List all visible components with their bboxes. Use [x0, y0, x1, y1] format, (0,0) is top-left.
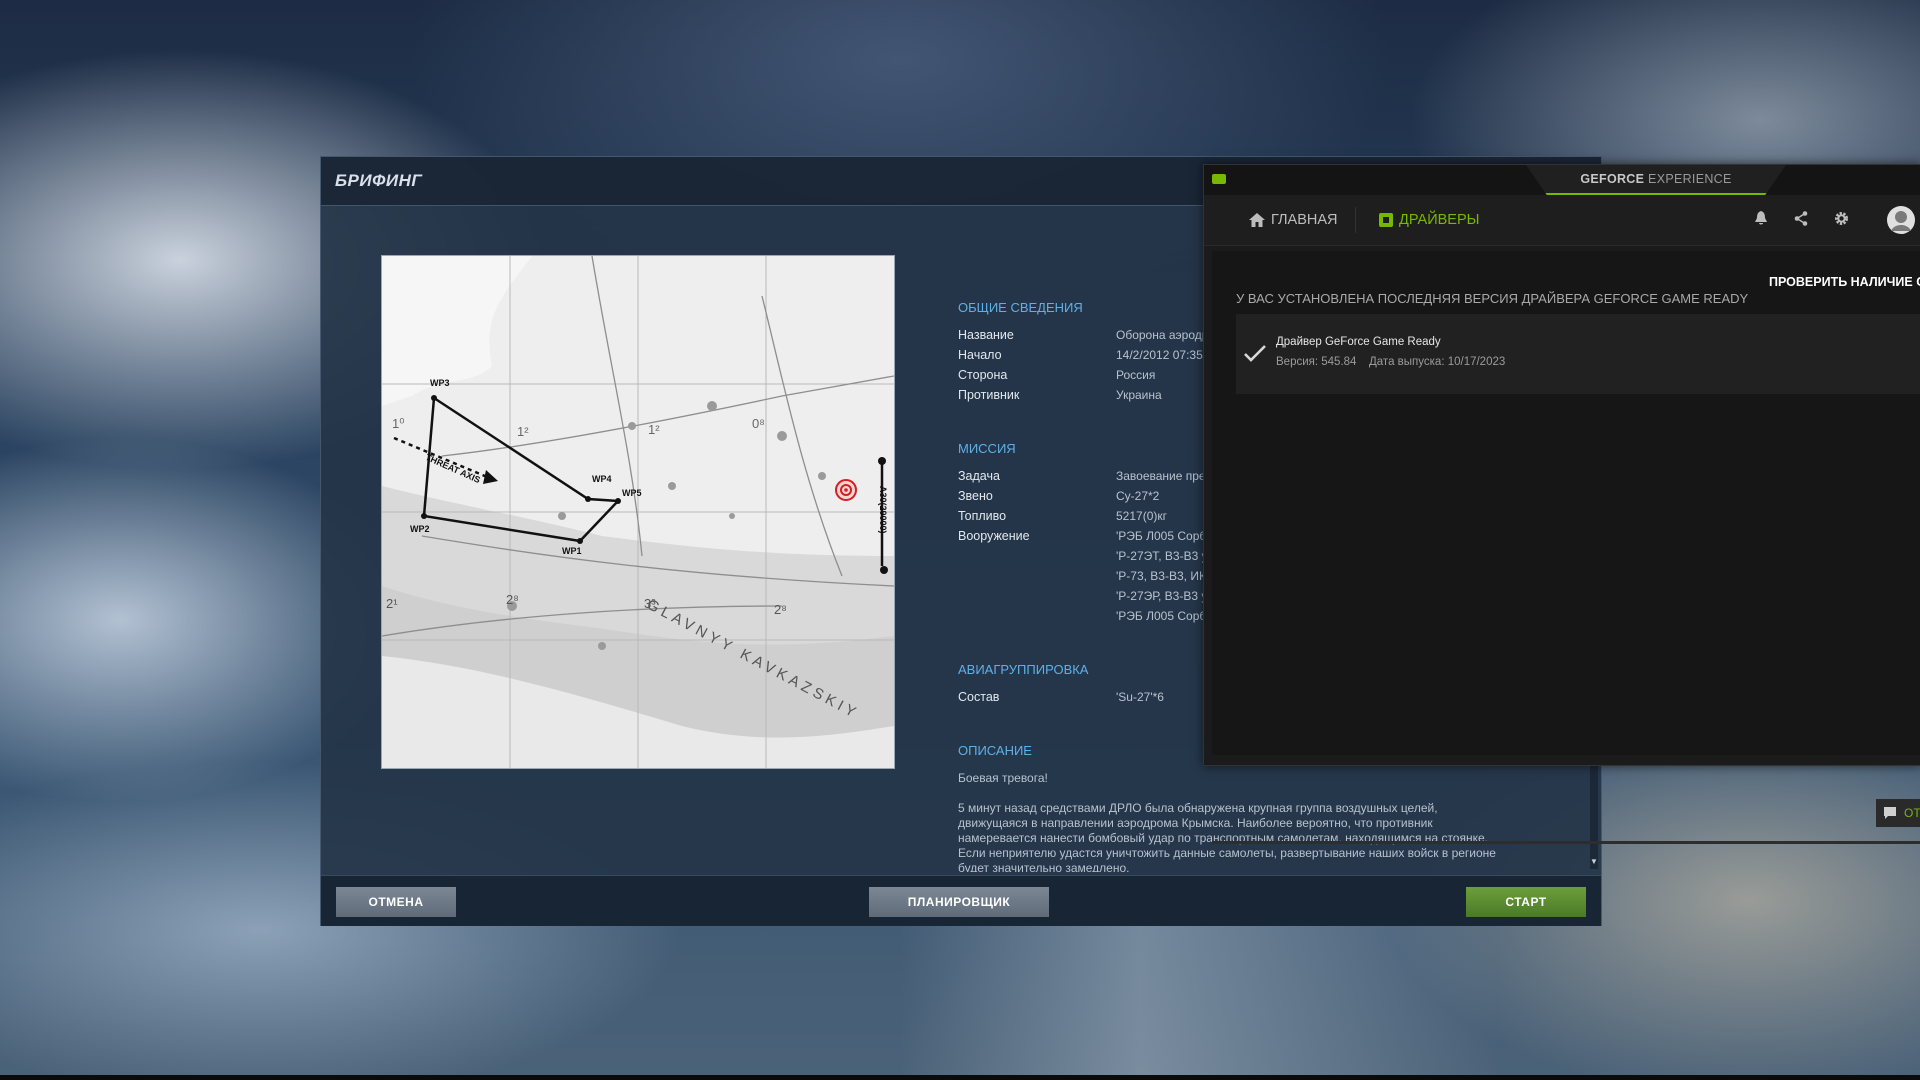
map-grid-label: 1² — [517, 424, 529, 439]
feedback-label: ОТ — [1904, 806, 1920, 820]
nvidia-logo-icon — [1212, 174, 1226, 184]
gfe-brand: GEFORCE EXPERIENCE — [1526, 172, 1786, 186]
share-icon[interactable] — [1794, 211, 1808, 229]
mission-map[interactable]: WP3 WP4 WP5 WP1 WP2 THREAT AXIS GLAVNYY … — [381, 255, 895, 769]
map-label-wp4: WP4 — [592, 474, 612, 484]
section-title-description: ОПИСАНИЕ — [958, 743, 1032, 758]
driver-version: Версия: 545.84 — [1276, 356, 1357, 368]
start-button[interactable]: СТАРТ — [1466, 887, 1586, 917]
driver-release-date: Дата выпуска: 10/17/2023 — [1369, 356, 1506, 368]
map-grid-label: 0⁸ — [752, 416, 765, 431]
info-label: Задача — [958, 469, 1000, 483]
nav-divider — [1355, 207, 1356, 233]
briefing-footer: ОТМЕНА ПЛАНИРОВЩИК СТАРТ — [321, 875, 1601, 926]
description-alert: Боевая тревога! — [958, 771, 1048, 785]
map-label-wp2: WP2 — [410, 524, 430, 534]
info-label: Топливо — [958, 509, 1007, 523]
info-value: Россия — [1116, 368, 1156, 382]
section-title-group: АВИАГРУППИРОВКА — [958, 662, 1089, 677]
description-line: будет значительно замедлено. — [958, 861, 1130, 872]
section-title-mission: МИССИЯ — [958, 441, 1016, 456]
info-label: Состав — [958, 690, 1000, 704]
gfe-drivers-panel: ПРОВЕРИТЬ НАЛИЧИЕ О У ВАС УСТАНОВЛЕНА ПО… — [1212, 251, 1920, 844]
info-label: Начало — [958, 348, 1002, 362]
cancel-button[interactable]: ОТМЕНА — [336, 887, 456, 917]
gear-icon[interactable] — [1834, 211, 1849, 229]
tab-home-label: ГЛАВНАЯ — [1271, 212, 1338, 228]
info-value: 'Su-27'*6 — [1116, 690, 1164, 704]
map-label-cap: A30(29000) — [878, 486, 888, 534]
info-label: Сторона — [958, 368, 1008, 382]
map-grid-label: 1⁰ — [392, 416, 405, 431]
feedback-button[interactable]: ОТ — [1876, 799, 1920, 827]
info-value: Украина — [1116, 388, 1162, 402]
driver-chip-icon — [1379, 213, 1393, 227]
description-line: движущаяся в направлении аэродрома Крымс… — [958, 816, 1433, 830]
map-label-wp5: WP5 — [622, 488, 642, 498]
driver-card: Драйвер GeForce Game Ready Версия: 545.8… — [1236, 314, 1920, 394]
description-line: 5 минут назад средствами ДРЛО была обнар… — [958, 801, 1438, 815]
geforce-experience-window: GEFORCE EXPERIENCE ГЛАВНАЯ ДРАЙВЕРЫ ПРОВ… — [1203, 164, 1920, 844]
tab-drivers[interactable]: ДРАЙВЕРЫ — [1379, 212, 1479, 228]
bell-icon[interactable] — [1754, 211, 1768, 229]
map-label-wp1: WP1 — [562, 546, 582, 556]
check-updates-link[interactable]: ПРОВЕРИТЬ НАЛИЧИЕ О — [1769, 275, 1920, 289]
map-grid-label: 2⁸ — [506, 592, 519, 607]
chat-icon — [1884, 807, 1896, 819]
latest-driver-message: У ВАС УСТАНОВЛЕНА ПОСЛЕДНЯЯ ВЕРСИЯ ДРАЙВ… — [1236, 291, 1749, 306]
taskbar-strip — [0, 1075, 1920, 1080]
tab-home[interactable]: ГЛАВНАЯ — [1249, 212, 1338, 228]
map-label-wp3: WP3 — [430, 378, 450, 388]
info-value: Су-27*2 — [1116, 489, 1160, 503]
map-grid-label: 3³ — [644, 596, 656, 611]
gfe-brand-rest: EXPERIENCE — [1644, 172, 1732, 186]
map-grid-label: 2⁸ — [774, 602, 787, 617]
info-value: 5217(0)кг — [1116, 509, 1167, 523]
planner-button[interactable]: ПЛАНИРОВЩИК — [869, 887, 1049, 917]
driver-name: Драйвер GeForce Game Ready — [1276, 336, 1441, 348]
section-title-general: ОБЩИЕ СВЕДЕНИЯ — [958, 300, 1083, 315]
info-label: Название — [958, 328, 1014, 342]
info-label: Противник — [958, 388, 1020, 402]
info-label: Звено — [958, 489, 993, 503]
gfe-nav: ГЛАВНАЯ ДРАЙВЕРЫ — [1204, 195, 1920, 246]
map-grid-label: 1² — [648, 422, 660, 437]
light-rays — [900, 900, 1500, 1080]
gfe-horizontal-scrollbar[interactable] — [1212, 841, 1920, 844]
home-icon — [1249, 213, 1265, 227]
check-icon — [1244, 345, 1266, 362]
info-label: Вооружение — [958, 529, 1030, 543]
briefing-title: БРИФИНГ — [335, 171, 423, 190]
description-line: Если неприятелю удастся уничтожить данны… — [958, 846, 1496, 860]
gfe-titlebar: GEFORCE EXPERIENCE — [1204, 165, 1920, 195]
avatar-icon[interactable] — [1886, 205, 1916, 238]
gfe-brand-bold: GEFORCE — [1580, 172, 1645, 186]
scroll-down-icon[interactable]: ▼ — [1590, 857, 1598, 867]
map-grid-label: 2¹ — [386, 596, 398, 611]
tab-drivers-label: ДРАЙВЕРЫ — [1399, 212, 1480, 228]
